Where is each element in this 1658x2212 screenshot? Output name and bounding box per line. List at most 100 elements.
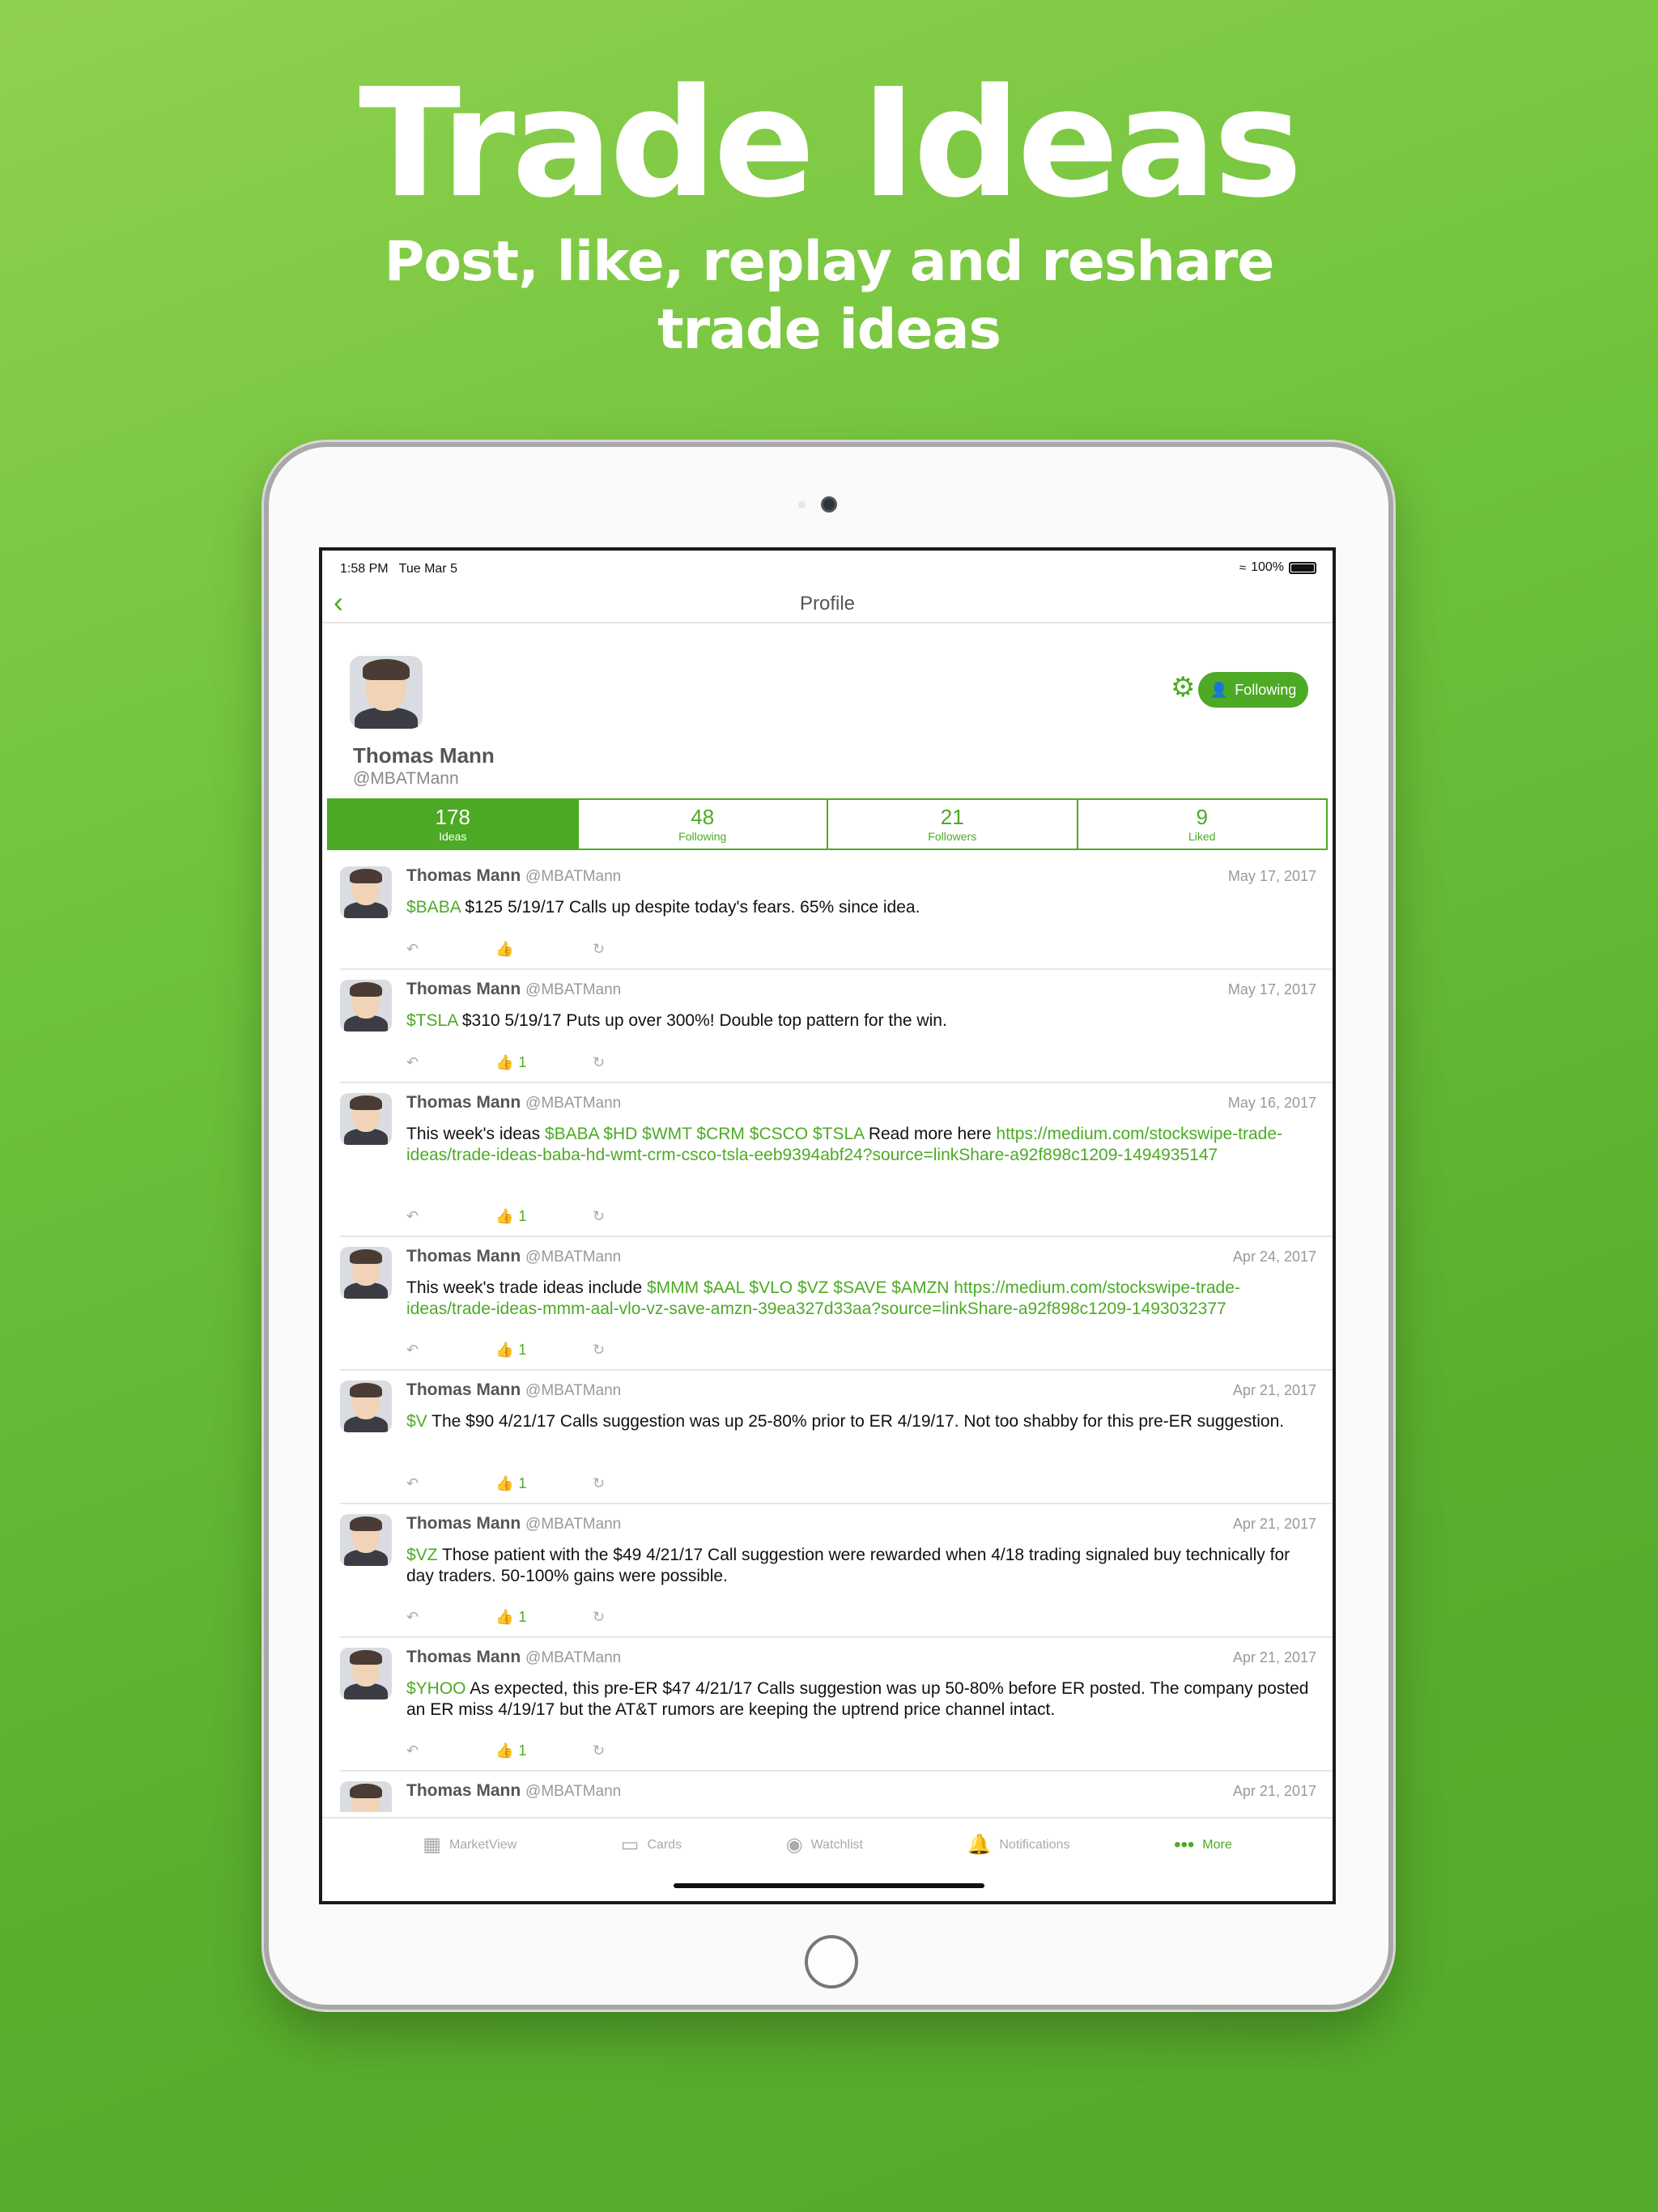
stat-value: 178 bbox=[435, 805, 470, 829]
post-item[interactable]: Thomas Mann @MBATMann May 17, 2017 $TSLA $… bbox=[340, 970, 1333, 1083]
post-avatar[interactable] bbox=[340, 1648, 392, 1699]
post-actions: ↶ 👍 1 ↻ bbox=[406, 1342, 605, 1359]
tab-marketview[interactable]: ▦ MarketView bbox=[423, 1833, 517, 1857]
reply-icon[interactable]: ↶ bbox=[406, 1208, 495, 1225]
post-avatar[interactable] bbox=[340, 1514, 392, 1566]
sensor bbox=[798, 501, 806, 508]
like-button[interactable]: 👍 1 bbox=[495, 1054, 593, 1071]
post-date: May 16, 2017 bbox=[1227, 1095, 1316, 1111]
post-text: This week's ideas $BABA $HD $WMT $CRM $C… bbox=[406, 1124, 1316, 1166]
ticker-link[interactable]: $BABA bbox=[406, 898, 461, 917]
post-date: May 17, 2017 bbox=[1227, 868, 1316, 884]
post-text-segment: This week's ideas bbox=[406, 1125, 545, 1143]
nav-bar: ‹ Profile bbox=[322, 583, 1333, 623]
post-text: $VZ Those patient with the $49 4/21/17 C… bbox=[406, 1545, 1316, 1587]
post-avatar[interactable] bbox=[340, 1781, 392, 1812]
reply-icon[interactable]: ↶ bbox=[406, 1054, 495, 1071]
ticker-link[interactable]: $BABA $HD $WMT $CRM $CSCO $TSLA bbox=[545, 1125, 864, 1143]
post-actions: ↶ 👍 1 ↻ bbox=[406, 1742, 605, 1759]
post-text-segment: As expected, this pre-ER $47 4/21/17 Cal… bbox=[406, 1679, 1309, 1719]
like-button[interactable]: 👍 1 bbox=[495, 1208, 593, 1225]
user-check-icon: 👤 bbox=[1209, 681, 1229, 698]
post-item[interactable]: Thomas Mann @MBATMann Apr 21, 2017 $VZ Tho… bbox=[340, 1504, 1333, 1638]
stat-label: Followers bbox=[928, 830, 977, 843]
reply-icon[interactable]: ↶ bbox=[406, 941, 495, 958]
reply-icon[interactable]: ↶ bbox=[406, 1475, 495, 1492]
post-author-name[interactable]: Thomas Mann bbox=[406, 1247, 521, 1266]
reshare-icon[interactable]: ↻ bbox=[593, 1609, 605, 1626]
post-text: $BABA $125 5/19/17 Calls up despite toda… bbox=[406, 897, 1316, 918]
like-button[interactable]: 👍 bbox=[495, 941, 593, 958]
post-item[interactable]: Thomas Mann @MBATMannApr 21, 2017$EBAY T… bbox=[340, 1772, 1333, 1812]
like-button[interactable]: 👍 1 bbox=[495, 1742, 593, 1759]
stat-value: 9 bbox=[1196, 805, 1208, 829]
reply-icon[interactable]: ↶ bbox=[406, 1342, 495, 1359]
post-header: Thomas Mann @MBATMann bbox=[406, 980, 621, 999]
reply-icon[interactable]: ↶ bbox=[406, 1742, 495, 1759]
like-button[interactable]: 👍 1 bbox=[495, 1342, 593, 1359]
like-count: 1 bbox=[518, 1208, 527, 1224]
post-avatar[interactable] bbox=[340, 1380, 392, 1432]
tab-label: Notifications bbox=[999, 1837, 1070, 1852]
bell-icon: 🔔 bbox=[967, 1834, 992, 1856]
tab-cards[interactable]: ▭ Cards bbox=[621, 1833, 682, 1857]
stat-ideas[interactable]: 178 Ideas bbox=[329, 800, 579, 849]
reshare-icon[interactable]: ↻ bbox=[593, 1342, 605, 1359]
reply-icon[interactable]: ↶ bbox=[406, 1609, 495, 1626]
marketview-icon: ▦ bbox=[423, 1834, 441, 1856]
ticker-link[interactable]: $TSLA bbox=[406, 1011, 457, 1030]
post-date: Apr 21, 2017 bbox=[1232, 1649, 1316, 1665]
post-author-name[interactable]: Thomas Mann bbox=[406, 1648, 521, 1666]
wifi-icon: ≈ bbox=[1239, 560, 1247, 575]
post-item[interactable]: Thomas Mann @MBATMann May 16, 2017 This we… bbox=[340, 1083, 1333, 1237]
post-author-name[interactable]: Thomas Mann bbox=[406, 1781, 521, 1800]
post-header: Thomas Mann @MBATMann bbox=[406, 866, 621, 886]
like-button[interactable]: 👍 1 bbox=[495, 1475, 593, 1492]
post-avatar[interactable] bbox=[340, 980, 392, 1032]
like-count: 1 bbox=[518, 1475, 527, 1491]
post-avatar[interactable] bbox=[340, 866, 392, 918]
post-author-name[interactable]: Thomas Mann bbox=[406, 1093, 521, 1112]
reshare-icon[interactable]: ↻ bbox=[593, 1054, 605, 1071]
tab-more[interactable]: ••• More bbox=[1174, 1833, 1232, 1857]
post-item[interactable]: Thomas Mann @MBATMann Apr 21, 2017 $YHOO A… bbox=[340, 1638, 1333, 1772]
status-bar-right: ≈ 100% bbox=[1239, 560, 1316, 575]
ticker-link[interactable]: $VZ bbox=[406, 1546, 438, 1564]
following-label: Following bbox=[1235, 681, 1297, 698]
post-author-handle: @MBATMann bbox=[525, 1649, 622, 1666]
tab-label: More bbox=[1202, 1837, 1232, 1852]
reshare-icon[interactable]: ↻ bbox=[593, 1208, 605, 1225]
tab-label: Watchlist bbox=[810, 1837, 863, 1852]
post-avatar[interactable] bbox=[340, 1093, 392, 1145]
tab-notifications[interactable]: 🔔 Notifications bbox=[967, 1833, 1069, 1857]
post-item[interactable]: Thomas Mann @MBATMann Apr 21, 2017 $V The … bbox=[340, 1371, 1333, 1504]
ticker-link[interactable]: $V bbox=[406, 1412, 427, 1431]
post-author-name[interactable]: Thomas Mann bbox=[406, 980, 521, 998]
like-count: 1 bbox=[518, 1742, 527, 1759]
reshare-icon[interactable]: ↻ bbox=[593, 1475, 605, 1492]
thumbs-up-icon: 👍 bbox=[495, 941, 514, 957]
post-item[interactable]: Thomas Mann @MBATMann Apr 24, 2017 This we… bbox=[340, 1237, 1333, 1371]
post-text-segment: The $90 4/21/17 Calls suggestion was up … bbox=[427, 1412, 1285, 1431]
post-author-name[interactable]: Thomas Mann bbox=[406, 1380, 521, 1399]
post-date: Apr 21, 2017 bbox=[1232, 1382, 1316, 1398]
post-author-name[interactable]: Thomas Mann bbox=[406, 866, 521, 885]
reshare-icon[interactable]: ↻ bbox=[593, 941, 605, 958]
ticker-link[interactable]: $YHOO bbox=[406, 1679, 466, 1698]
following-button[interactable]: 👤 Following bbox=[1198, 672, 1308, 708]
home-button[interactable] bbox=[805, 1935, 858, 1989]
post-header: Thomas Mann @MBATMann bbox=[406, 1093, 621, 1112]
post-author-handle: @MBATMann bbox=[525, 1249, 622, 1266]
stat-liked[interactable]: 9 Liked bbox=[1078, 800, 1327, 849]
stat-followers[interactable]: 21 Followers bbox=[828, 800, 1078, 849]
like-button[interactable]: 👍 1 bbox=[495, 1609, 593, 1626]
tab-watchlist[interactable]: ◉ Watchlist bbox=[786, 1833, 863, 1857]
post-avatar[interactable] bbox=[340, 1247, 392, 1299]
post-date: May 17, 2017 bbox=[1227, 981, 1316, 998]
post-header: Thomas Mann @MBATMann bbox=[406, 1380, 621, 1400]
gear-icon[interactable]: ⚙ bbox=[1171, 674, 1195, 701]
post-item[interactable]: Thomas Mann @MBATMann May 17, 2017 $BABA $… bbox=[340, 857, 1333, 970]
post-author-name[interactable]: Thomas Mann bbox=[406, 1514, 521, 1533]
stat-following[interactable]: 48 Following bbox=[579, 800, 828, 849]
reshare-icon[interactable]: ↻ bbox=[593, 1742, 605, 1759]
